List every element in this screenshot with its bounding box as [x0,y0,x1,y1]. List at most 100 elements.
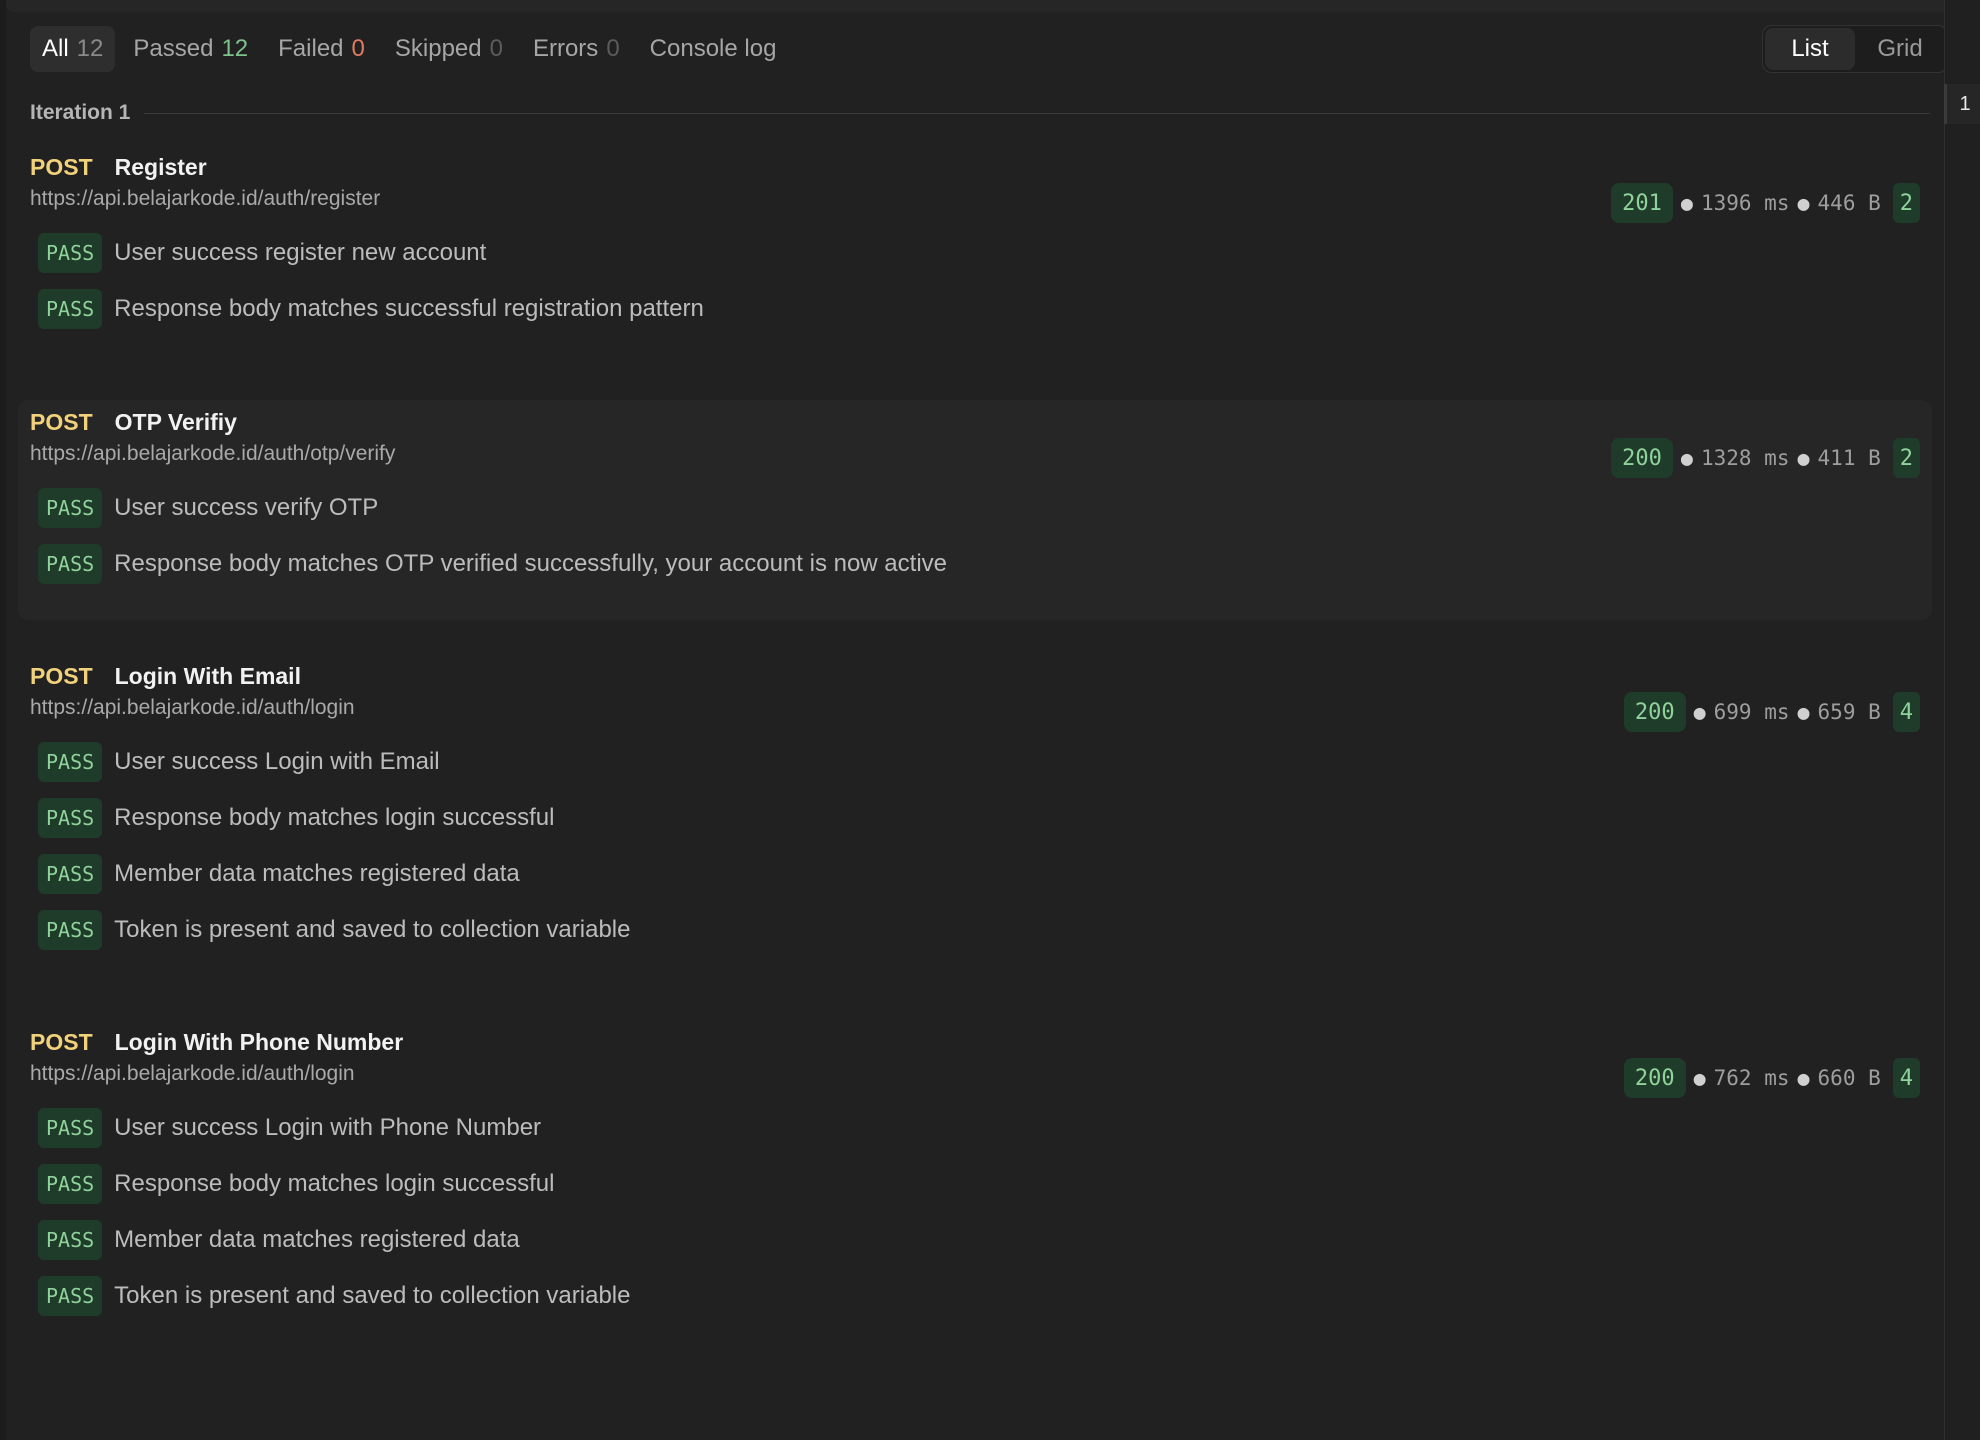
response-time: 1396 ms [1700,191,1790,215]
test-results: PASS User success Login with Phone Number… [38,1106,630,1330]
request-method: POST [30,408,93,435]
test-row: PASS User success Login with Phone Number [38,1106,630,1150]
test-name: User success Login with Email [114,748,440,775]
test-results: PASS User success register new account PAS… [38,231,704,343]
response-time: 762 ms [1713,1066,1790,1090]
summary-strip [6,0,1952,12]
separator-dot: ● [1797,191,1810,215]
test-name: Response body matches login successful [114,1170,555,1197]
pass-badge: PASS [38,910,103,950]
pass-badge: PASS [38,854,103,894]
test-name: Response body matches OTP verified succe… [114,550,947,577]
status-code-badge: 200 [1623,692,1686,732]
filter-tab-count: 0 [351,35,365,62]
left-border [0,0,6,1440]
iteration-label: Iteration 1 [30,101,131,124]
request-method: POST [30,153,93,180]
request-item[interactable]: POST Register https://api.belajarkode.id/a… [18,149,1932,359]
filter-tab-skipped[interactable]: Skipped 0 [383,26,515,72]
request-item[interactable]: POST Login With Email https://api.belajark… [18,658,1932,978]
filter-tab-label: Skipped [394,35,482,62]
filter-tabs: All 12 Passed 12 Failed 0 Skipped 0 Errors 0 Conso… [30,25,794,73]
status-code-badge: 200 [1611,438,1673,478]
request-item[interactable]: POST OTP Verifiy https://api.belajarkode.i… [18,400,1932,620]
pass-badge: PASS [38,1108,103,1148]
test-name: Response body matches login successful [114,804,555,831]
test-row: PASS Token is present and saved to collec… [38,908,630,952]
response-meta: 200 ● 762 ms ● 660 B 4 [1623,1058,1920,1098]
filter-tab-label: Console log [649,35,777,62]
separator-dot: ● [1680,191,1693,215]
response-meta: 201 ● 1396 ms ● 446 B 2 [1611,183,1920,223]
separator-dot: ● [1797,446,1810,470]
status-code-badge: 200 [1623,1058,1686,1098]
response-size: 411 B [1817,446,1881,470]
test-name: Response body matches successful registr… [114,295,704,322]
request-method: POST [30,1028,93,1055]
request-name[interactable]: Login With Phone Number [115,1029,404,1056]
test-name: Member data matches registered data [114,860,520,887]
filter-tab-errors[interactable]: Errors 0 [521,26,632,72]
test-name: User success Login with Phone Number [114,1114,542,1141]
filter-tab-count: 0 [606,35,620,62]
test-name: User success verify OTP [114,494,379,521]
request-title: POST Login With Phone Number [30,1024,403,1060]
test-row: PASS User success Login with Email [38,740,630,784]
test-name: Member data matches registered data [114,1226,520,1253]
test-name: Token is present and saved to collection… [114,1282,631,1309]
pass-badge: PASS [38,289,103,329]
iteration-rail [1944,0,1980,1440]
response-size: 660 B [1817,1066,1881,1090]
separator-dot: ● [1797,1066,1810,1090]
request-url: https://api.belajarkode.id/auth/login [30,696,355,719]
response-meta: 200 ● 1328 ms ● 411 B 2 [1611,438,1920,478]
test-row: PASS Response body matches login successf… [38,796,630,840]
filter-tab-label: Failed [278,35,344,62]
request-url: https://api.belajarkode.id/auth/register [30,187,381,210]
test-count-badge: 4 [1892,692,1920,732]
filter-tab-passed[interactable]: Passed 12 [121,26,260,72]
request-title: POST Login With Email [30,658,301,694]
test-row: PASS Response body matches login successf… [38,1162,630,1206]
separator-dot: ● [1680,446,1693,470]
test-row: PASS Response body matches successful reg… [38,287,704,331]
request-url: https://api.belajarkode.id/auth/login [30,1062,355,1085]
response-size: 446 B [1817,191,1881,215]
response-meta: 200 ● 699 ms ● 659 B 4 [1623,692,1920,732]
request-item[interactable]: POST Login With Phone Number https://api.b… [18,1024,1932,1344]
iteration-divider [144,112,1930,114]
filter-tab-console-log[interactable]: Console log [638,26,789,72]
response-time: 1328 ms [1700,446,1790,470]
request-name[interactable]: OTP Verifiy [115,409,237,436]
separator-dot: ● [1693,1066,1706,1090]
pass-badge: PASS [38,1220,103,1260]
pass-badge: PASS [38,1164,103,1204]
list-view-button[interactable]: List [1765,28,1855,70]
separator-dot: ● [1693,700,1706,724]
test-name: User success register new account [114,239,487,266]
iteration-marker[interactable]: 1 [1944,84,1980,124]
request-url: https://api.belajarkode.id/auth/otp/veri… [30,442,396,465]
request-name[interactable]: Register [115,154,207,181]
test-results: PASS User success Login with Email PASS Res… [38,740,630,964]
test-name: Token is present and saved to collection… [114,916,631,943]
pass-badge: PASS [38,544,103,584]
response-size: 659 B [1817,700,1881,724]
pass-badge: PASS [38,798,103,838]
test-row: PASS User success verify OTP [38,486,947,530]
request-name[interactable]: Login With Email [115,663,301,690]
filter-tab-failed[interactable]: Failed 0 [266,26,377,72]
filter-tab-all[interactable]: All 12 [30,26,116,72]
test-results: PASS User success verify OTP PASS Response … [38,486,947,598]
request-method: POST [30,662,93,689]
filter-tab-label: Errors [532,35,599,62]
view-toggle: List Grid [1762,25,1948,73]
filter-tab-count: 12 [76,35,104,62]
test-row: PASS Member data matches registered data [38,1218,630,1262]
test-row: PASS Response body matches OTP verified s… [38,542,947,586]
filter-tab-label: Passed [133,35,214,62]
test-count-badge: 2 [1892,438,1920,478]
separator-dot: ● [1797,700,1810,724]
iteration-header: Iteration 1 [30,100,1930,126]
grid-view-button[interactable]: Grid [1855,28,1945,70]
